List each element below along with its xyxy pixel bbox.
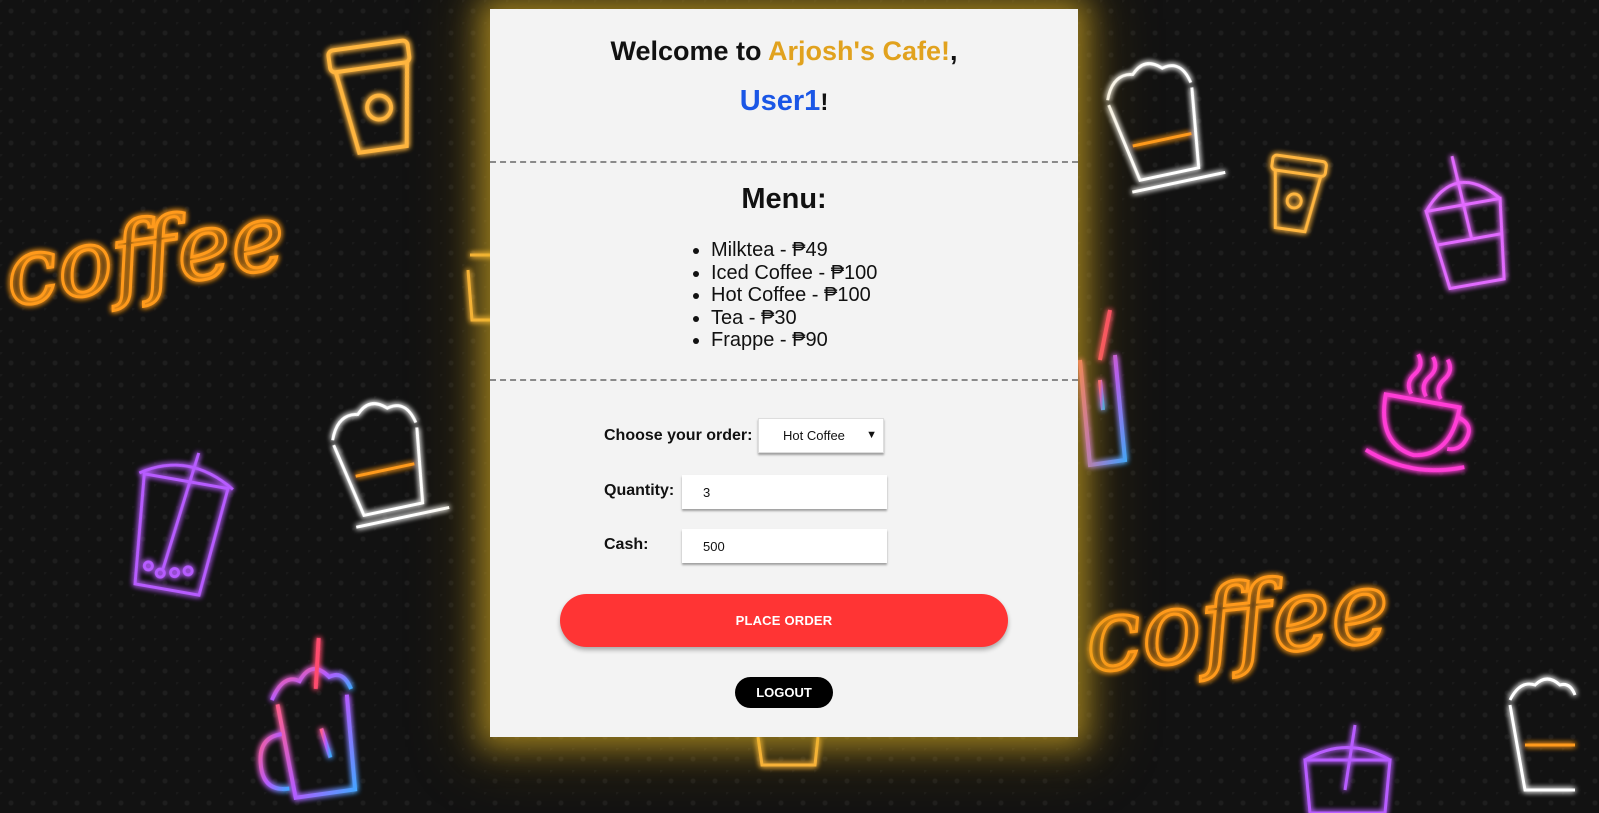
cash-value: 500	[703, 538, 725, 554]
cash-input[interactable]: 500	[682, 529, 887, 563]
order-select[interactable]: Hot Coffee ▼	[758, 418, 884, 453]
menu-title: Menu:	[741, 183, 827, 215]
cafe-name: Arjosh's Cafe!	[768, 36, 950, 66]
neon-coffee-sign-left: coffee	[0, 181, 293, 329]
frappe-cup-icon	[1508, 677, 1577, 792]
menu-list: Milktea - ₱49 Iced Coffee - ₱100 Hot Cof…	[692, 239, 877, 352]
quantity-label: Quantity:	[604, 482, 675, 499]
takeaway-cup-icon	[326, 38, 412, 155]
username-heading: User1!	[490, 85, 1078, 118]
tea-cup-icon	[1364, 353, 1471, 473]
takeaway-cup-bottom-icon	[756, 736, 820, 767]
menu-item: Frappe - ₱90	[711, 329, 877, 352]
order-label: Choose your order:	[604, 427, 753, 444]
logout-button[interactable]: LOGOUT	[735, 677, 833, 708]
username: User1	[739, 85, 821, 117]
chevron-down-icon: ▼	[866, 429, 877, 441]
boba-tea-icon	[1424, 155, 1506, 291]
svg-text:coffee: coffee	[1079, 547, 1395, 695]
menu-item: Milktea - ₱49	[711, 239, 877, 262]
welcome-heading: Welcome to Arjosh's Cafe!,	[490, 36, 1078, 67]
welcome-section: Welcome to Arjosh's Cafe!, User1!	[490, 9, 1078, 163]
milkshake-icon	[258, 637, 358, 800]
username-exclaim: !	[820, 89, 829, 116]
quantity-value: 3	[703, 484, 711, 500]
tall-glass-icon	[1078, 309, 1128, 468]
menu-item: Iced Coffee - ₱100	[711, 262, 877, 285]
cash-label: Cash:	[604, 536, 649, 553]
welcome-comma: ,	[949, 36, 958, 66]
order-select-value: Hot Coffee	[783, 428, 845, 443]
quantity-input[interactable]: 3	[682, 475, 887, 509]
menu-item: Hot Coffee - ₱100	[711, 284, 877, 307]
svg-text:coffee: coffee	[0, 182, 292, 327]
frappe-cup-icon	[331, 402, 450, 529]
boba-tea-icon	[1303, 724, 1392, 813]
menu-item: Tea - ₱30	[711, 307, 877, 330]
neon-coffee-sign-right: coffee	[1078, 546, 1397, 697]
order-panel: Welcome to Arjosh's Cafe!, User1! Menu: …	[490, 9, 1078, 737]
frappe-cup-icon	[1106, 62, 1226, 194]
takeaway-cup-small-icon	[1270, 153, 1328, 234]
welcome-prefix: Welcome to	[610, 36, 769, 66]
boba-tea-icon	[133, 452, 234, 597]
place-order-button[interactable]: PLACE ORDER	[560, 594, 1008, 647]
menu-section: Menu: Milktea - ₱49 Iced Coffee - ₱100 H…	[490, 163, 1078, 381]
